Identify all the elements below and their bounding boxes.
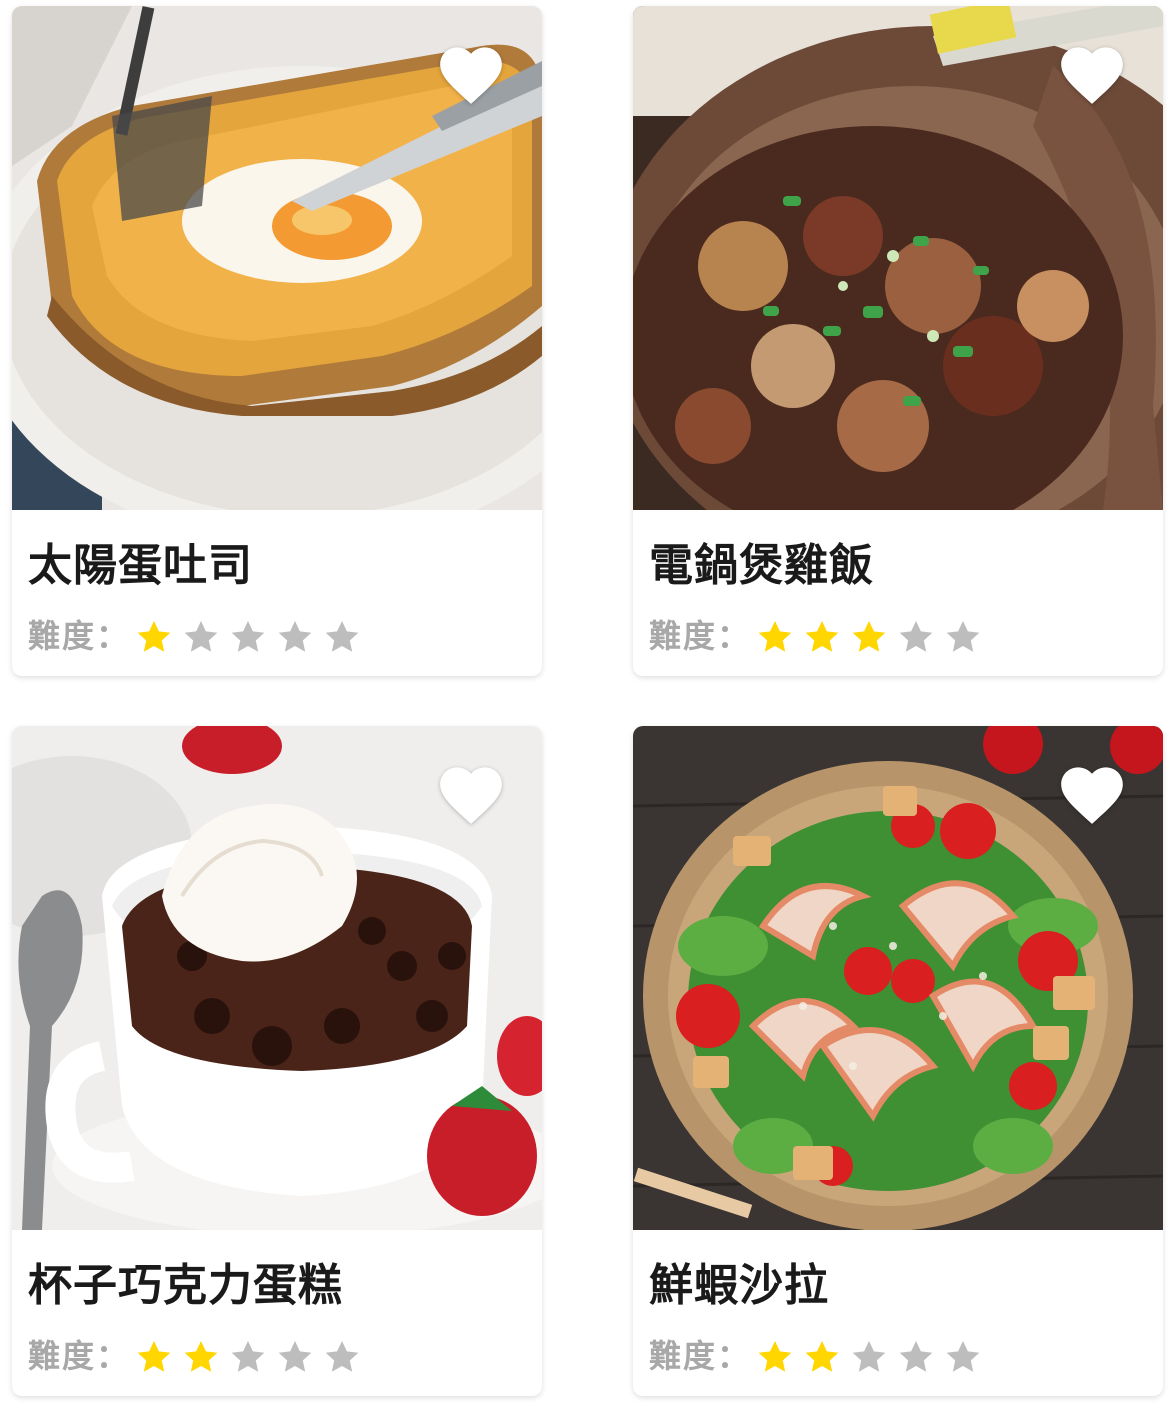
recipe-title: 杯子巧克力蛋糕 — [28, 1260, 343, 1311]
egg-toast-photo[interactable] — [12, 6, 542, 510]
difficulty-label: 難度： — [649, 1337, 752, 1375]
heart-icon — [1061, 47, 1123, 104]
difficulty-rating: 難度： — [649, 614, 990, 658]
star-empty-icon — [852, 1341, 886, 1372]
difficulty-label: 難度： — [649, 617, 752, 655]
heart-icon — [440, 767, 502, 824]
star-filled-icon — [852, 621, 886, 652]
recipe-card[interactable]: 電鍋煲雞飯 難度： — [633, 6, 1163, 676]
shrimp-salad-photo[interactable] — [633, 726, 1163, 1230]
star-filled-icon — [805, 621, 839, 652]
difficulty-rating: 難度： — [649, 1334, 990, 1378]
star-filled-icon — [805, 1341, 839, 1372]
star-row — [134, 1336, 369, 1376]
claypot-chicken-rice-photo[interactable] — [633, 6, 1163, 510]
star-empty-icon — [231, 1341, 265, 1372]
favorite-heart-button[interactable] — [434, 758, 508, 826]
recipe-card[interactable]: 杯子巧克力蛋糕 難度： — [12, 726, 542, 1396]
heart-icon — [1061, 767, 1123, 824]
favorite-heart-button[interactable] — [434, 38, 508, 106]
star-filled-icon — [758, 1341, 792, 1372]
star-empty-icon — [184, 621, 218, 652]
star-row — [134, 616, 369, 656]
difficulty-rating: 難度： — [28, 614, 369, 658]
recipe-grid: 太陽蛋吐司 難度： 電鍋煲雞飯 難度： 杯子巧克力蛋糕 難度： 鮮蝦沙拉 難度： — [0, 0, 1176, 1416]
heart-icon — [440, 47, 502, 104]
star-filled-icon — [137, 621, 171, 652]
difficulty-label: 難度： — [28, 617, 131, 655]
difficulty-label: 難度： — [28, 1337, 131, 1375]
star-empty-icon — [899, 621, 933, 652]
favorite-heart-button[interactable] — [1055, 758, 1129, 826]
star-empty-icon — [325, 621, 359, 652]
star-empty-icon — [231, 621, 265, 652]
star-empty-icon — [946, 621, 980, 652]
star-empty-icon — [946, 1341, 980, 1372]
star-filled-icon — [137, 1341, 171, 1372]
recipe-card[interactable]: 太陽蛋吐司 難度： — [12, 6, 542, 676]
recipe-title: 鮮蝦沙拉 — [649, 1260, 829, 1311]
recipe-card[interactable]: 鮮蝦沙拉 難度： — [633, 726, 1163, 1396]
favorite-heart-button[interactable] — [1055, 38, 1129, 106]
difficulty-rating: 難度： — [28, 1334, 369, 1378]
star-empty-icon — [325, 1341, 359, 1372]
star-filled-icon — [184, 1341, 218, 1372]
chocolate-mug-cake-photo[interactable] — [12, 726, 542, 1230]
star-empty-icon — [278, 1341, 312, 1372]
star-empty-icon — [899, 1341, 933, 1372]
star-row — [755, 616, 990, 656]
recipe-title: 電鍋煲雞飯 — [649, 540, 874, 591]
star-row — [755, 1336, 990, 1376]
star-filled-icon — [758, 621, 792, 652]
star-empty-icon — [278, 621, 312, 652]
recipe-title: 太陽蛋吐司 — [28, 540, 253, 591]
